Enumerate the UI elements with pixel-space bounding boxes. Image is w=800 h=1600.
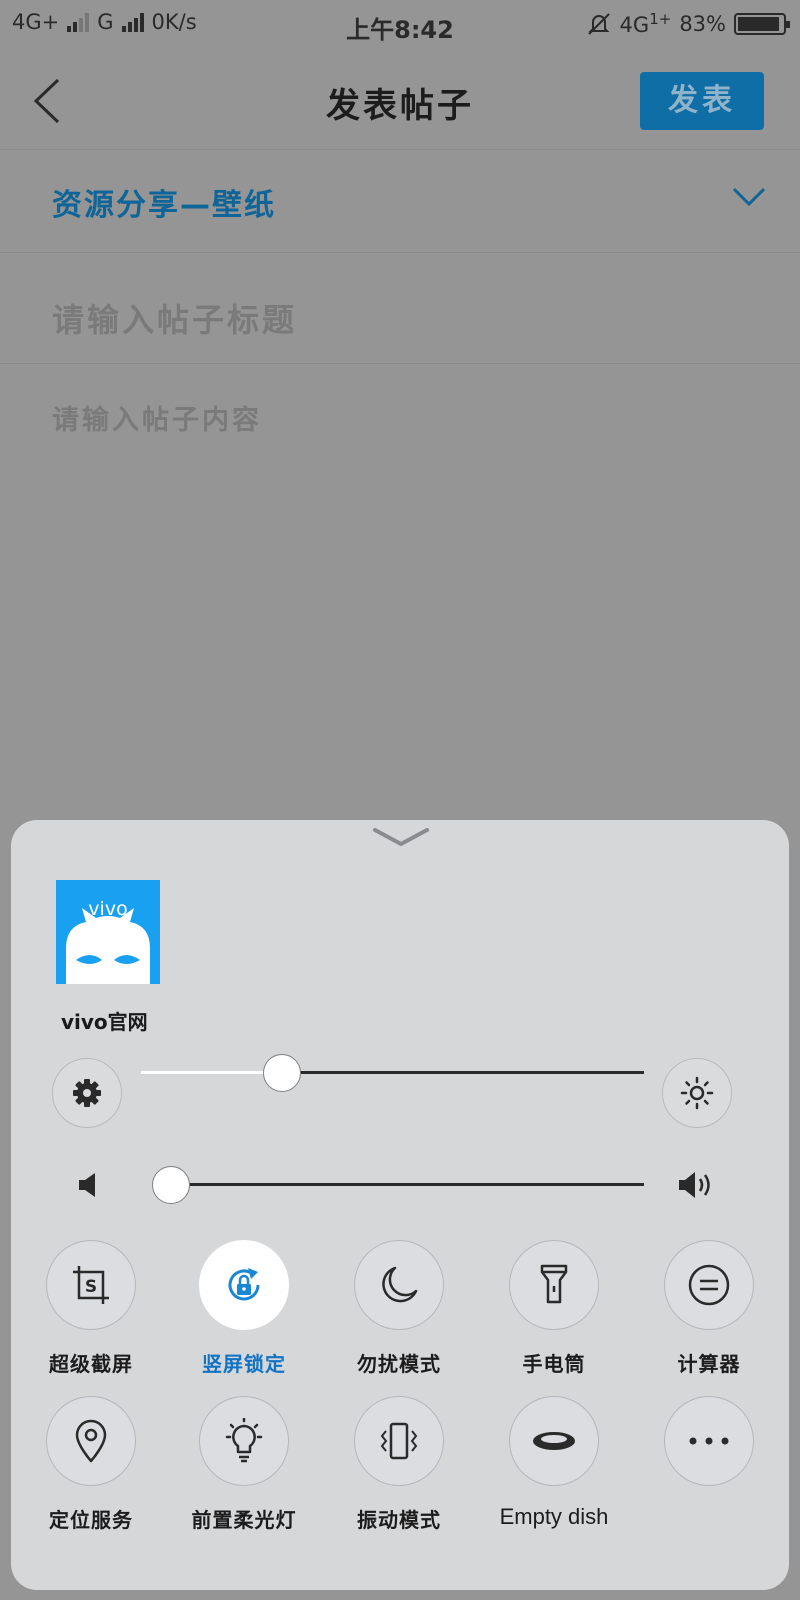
category-selector[interactable]: 资源分享—壁纸 [0,150,800,253]
toggle-front-light-label: 前置柔光灯 [191,1508,297,1532]
toggle-location-label: 定位服务 [49,1508,133,1532]
moon-icon [382,1266,418,1303]
toggle-screenshot[interactable]: S 超级截屏 [11,1240,171,1390]
screenshot-icon: S [73,1266,109,1304]
brightness-fill [141,1071,282,1074]
toggle-calculator[interactable]: 计算器 [629,1240,789,1390]
toggle-dnd-button[interactable] [354,1240,444,1330]
toggle-calculator-label: 计算器 [677,1352,741,1376]
auto-brightness-button[interactable] [662,1058,732,1128]
toggle-front-light-button[interactable] [199,1396,289,1486]
toggle-flashlight-button[interactable] [509,1240,599,1330]
category-label: 资源分享—壁纸 [52,188,276,223]
collapse-handle-icon[interactable] [373,826,429,850]
toggle-empty-dish-button[interactable] [509,1396,599,1486]
status-right: 4G1+ 83% [586,10,790,37]
volume-low-icon [79,1173,95,1197]
toggle-empty-dish[interactable]: Empty dish [474,1396,634,1546]
toggle-location-button[interactable] [46,1396,136,1486]
brightness-thumb[interactable] [262,1054,301,1092]
brightness-settings-button[interactable] [52,1058,122,1128]
location-pin-icon [75,1419,107,1463]
content-input[interactable]: 请输入帖子内容 [52,398,262,437]
chevron-down-icon [732,187,766,207]
mascot-icon [66,908,150,984]
gear-icon [73,1079,101,1107]
svg-text:S: S [85,1277,97,1297]
volume-thumb[interactable] [151,1166,190,1204]
calculator-icon [688,1264,730,1306]
toggle-vibration-label: 振动模式 [357,1508,441,1532]
brightness-slider[interactable] [141,1071,644,1074]
title-field[interactable]: 请输入帖子标题 [0,253,800,364]
toggle-vibration[interactable]: 振动模式 [319,1396,479,1546]
toggle-rotation-lock-label: 竖屏锁定 [202,1352,286,1376]
light-bulb-icon [225,1418,263,1463]
toggle-flashlight[interactable]: 手电筒 [474,1240,634,1390]
volume-slider[interactable] [156,1183,644,1186]
toggle-screenshot-button[interactable]: S [46,1240,136,1330]
toggle-screenshot-label: 超级截屏 [49,1352,133,1376]
vivo-app-icon[interactable]: vivo [56,880,160,984]
toggle-location[interactable]: 定位服务 [11,1396,171,1546]
control-center-panel: vivo vivo官网 S 超级截屏 竖屏锁定 勿扰模式 手电筒 计算器 定位服… [11,820,789,1590]
toggle-dnd[interactable]: 勿扰模式 [319,1240,479,1390]
toggle-more[interactable] [629,1396,789,1546]
volume-high-icon [679,1172,710,1198]
vibration-icon [380,1422,418,1460]
battery-icon [734,12,790,35]
rotation-lock-icon [228,1268,260,1301]
dish-icon [533,1432,575,1450]
battery-percent: 83% [679,11,726,36]
title-input[interactable]: 请输入帖子标题 [52,295,297,341]
toggle-front-light[interactable]: 前置柔光灯 [164,1396,324,1546]
network-type-3: 4G1+ [619,10,672,37]
toggle-more-button[interactable] [664,1396,754,1486]
flashlight-icon [540,1264,568,1304]
toggle-flashlight-label: 手电筒 [522,1352,586,1376]
publish-button[interactable]: 发表 [640,72,764,130]
toggle-calculator-button[interactable] [664,1240,754,1330]
status-bar: 4G+ G 0K/s 上午8:42 4G1+ 83% [0,0,800,52]
more-icon [689,1437,729,1445]
app-label: vivo官网 [61,1010,148,1034]
toggle-dnd-label: 勿扰模式 [357,1352,441,1376]
nav-bar: 发表帖子 发表 [0,52,800,150]
toggle-empty-dish-label: Empty dish [499,1504,609,1529]
toggle-rotation-lock-button[interactable] [199,1240,289,1330]
mute-bell-icon [587,12,610,35]
toggle-vibration-button[interactable] [354,1396,444,1486]
sun-icon [680,1076,714,1110]
toggle-rotation-lock[interactable]: 竖屏锁定 [164,1240,324,1390]
